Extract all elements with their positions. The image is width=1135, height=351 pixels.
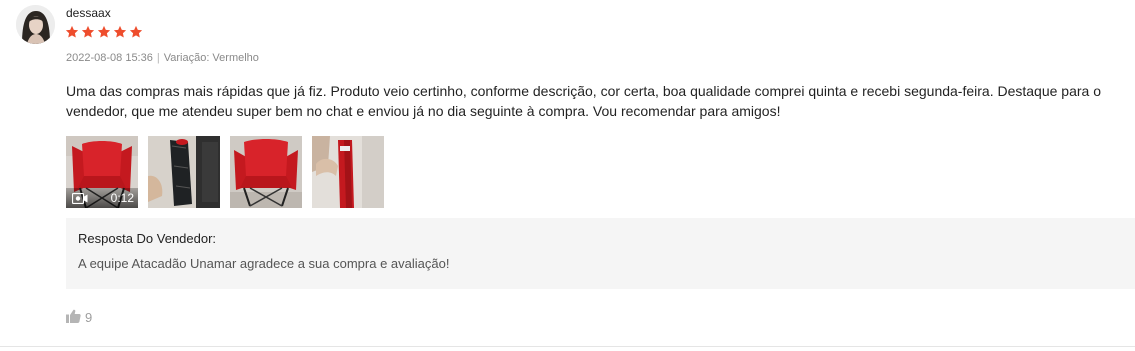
star-icon [113,25,127,38]
like-button[interactable]: 9 [66,309,92,326]
star-icon [65,25,79,38]
thumbs-up-icon [66,309,81,326]
video-duration: 0:12 [110,191,134,205]
star-rating [65,25,143,39]
video-camera-icon [72,192,88,204]
seller-reply: Resposta Do Vendedor: A equipe Atacadão … [66,218,1135,289]
review-meta: 2022-08-08 15:36 | Variação: Vermelho [66,52,259,64]
seller-reply-title: Resposta Do Vendedor: [78,231,217,246]
review-image-thumbnail[interactable] [230,136,302,208]
review-media-list: 0:12 [66,136,384,208]
review-variation: Variação: Vermelho [163,52,259,64]
user-avatar[interactable] [16,5,55,44]
meta-separator: | [156,52,160,64]
review-comment: Uma das compras mais rápidas que já fiz.… [66,83,1102,119]
review-username[interactable]: dessaax [66,6,111,20]
seller-reply-text: A equipe Atacadão Unamar agradece a sua … [78,256,450,271]
review-image-thumbnail[interactable] [148,136,220,208]
video-overlay: 0:12 [66,188,138,208]
review-image-thumbnail[interactable] [312,136,384,208]
review-item: dessaax 2022-08-08 15:36 | Variação: Verme… [0,0,1135,351]
review-divider [0,346,1135,347]
star-icon [97,25,111,38]
review-video-thumbnail[interactable]: 0:12 [66,136,138,208]
star-icon [129,25,143,38]
review-date: 2022-08-08 15:36 [66,52,153,64]
like-count: 9 [85,310,93,325]
star-icon [81,25,95,38]
